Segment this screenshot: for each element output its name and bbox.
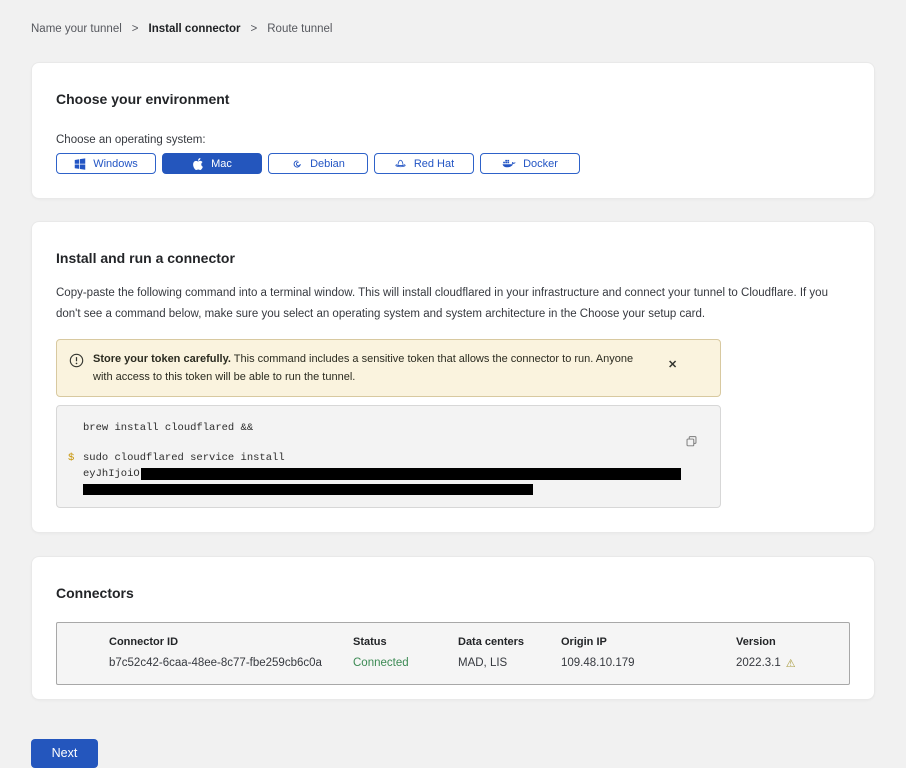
breadcrumb-separator: > — [251, 23, 258, 35]
os-button-docker[interactable]: Docker — [480, 153, 580, 174]
redhat-icon — [394, 158, 407, 170]
data-centers-value: MAD, LIS — [458, 657, 561, 669]
os-button-group: Windows Mac Debian Red Hat — [56, 153, 850, 174]
connectors-card: Connectors Connector ID Status Data cent… — [31, 556, 875, 700]
os-select-label: Choose an operating system: — [56, 134, 850, 146]
debian-icon — [291, 158, 303, 170]
page: Name your tunnel > Install connector > R… — [0, 0, 906, 700]
connector-id-value: b7c52c42-6caa-48ee-8c77-fbe259cb6c0a — [109, 657, 353, 669]
code-line-brew: brew install cloudflared && — [83, 420, 680, 436]
code-command: sudo cloudflared service install eyJhIjo… — [83, 450, 681, 495]
install-card-title: Install and run a connector — [56, 250, 850, 266]
install-description: Copy-paste the following command into a … — [56, 283, 850, 326]
warning-triangle-icon: ⚠ — [786, 657, 796, 670]
status-badge: Connected — [353, 657, 458, 669]
breadcrumb-step-route-tunnel[interactable]: Route tunnel — [267, 23, 332, 35]
os-button-label: Docker — [523, 158, 558, 170]
os-button-redhat[interactable]: Red Hat — [374, 153, 474, 174]
header-origin-ip: Origin IP — [561, 636, 736, 648]
os-button-label: Debian — [310, 158, 345, 170]
header-data-centers: Data centers — [458, 636, 561, 648]
redacted-token-bar — [83, 484, 533, 495]
docker-icon — [502, 158, 516, 169]
connectors-card-title: Connectors — [56, 585, 850, 601]
version-value: 2022.3.1 ⚠ — [736, 657, 849, 670]
copy-icon[interactable] — [683, 433, 700, 453]
install-command-code-block: brew install cloudflared && $ sudo cloud… — [56, 405, 721, 508]
os-button-label: Mac — [211, 158, 232, 170]
breadcrumb-separator: > — [132, 23, 139, 35]
close-icon[interactable]: ✕ — [662, 354, 683, 375]
connectors-table: Connector ID Status Data centers Origin … — [56, 622, 850, 685]
breadcrumb-step-name-your-tunnel[interactable]: Name your tunnel — [31, 23, 122, 35]
version-number: 2022.3.1 — [736, 657, 781, 669]
header-version: Version — [736, 636, 849, 648]
install-connector-card: Install and run a connector Copy-paste t… — [31, 221, 875, 533]
connectors-table-header-row: Connector ID Status Data centers Origin … — [109, 636, 849, 648]
token-prefix: eyJhIjoiO — [83, 468, 140, 480]
next-button[interactable]: Next — [31, 739, 98, 768]
environment-card-title: Choose your environment — [56, 91, 850, 107]
header-connector-id: Connector ID — [109, 636, 353, 648]
connector-row: b7c52c42-6caa-48ee-8c77-fbe259cb6c0a Con… — [109, 657, 849, 670]
token-warning-title: Store your token carefully. — [93, 353, 231, 365]
token-warning-banner: Store your token carefully. This command… — [56, 339, 721, 397]
breadcrumb: Name your tunnel > Install connector > R… — [31, 0, 875, 35]
code-line-token: eyJhIjoiO — [83, 466, 681, 482]
os-button-debian[interactable]: Debian — [268, 153, 368, 174]
environment-card: Choose your environment Choose an operat… — [31, 62, 875, 199]
windows-icon — [74, 158, 86, 170]
os-button-windows[interactable]: Windows — [56, 153, 156, 174]
shell-prompt: $ — [68, 450, 83, 495]
redacted-token-bar — [141, 468, 681, 480]
os-button-mac[interactable]: Mac — [162, 153, 262, 174]
os-button-label: Red Hat — [414, 158, 454, 170]
breadcrumb-step-install-connector[interactable]: Install connector — [149, 23, 241, 35]
header-status: Status — [353, 636, 458, 648]
token-warning-text: Store your token carefully. This command… — [93, 350, 653, 386]
code-line-service-install: sudo cloudflared service install — [83, 450, 681, 466]
os-button-label: Windows — [93, 158, 138, 170]
apple-icon — [192, 158, 204, 170]
origin-ip-value: 109.48.10.179 — [561, 657, 736, 669]
alert-circle-icon — [69, 353, 84, 373]
